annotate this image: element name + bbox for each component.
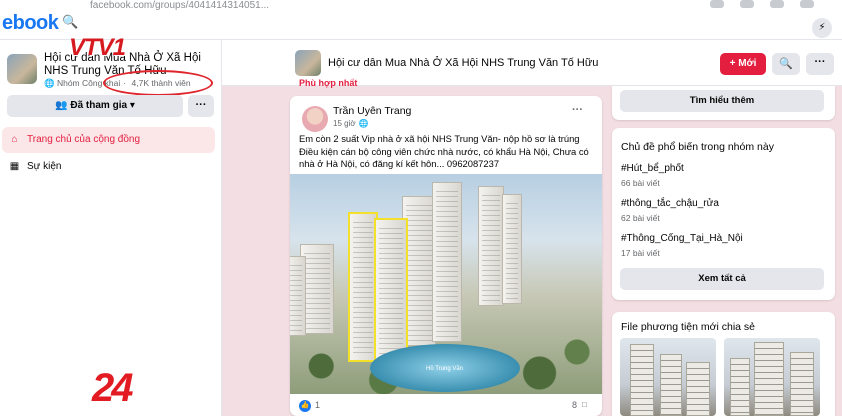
browser-extension-icon[interactable] bbox=[770, 0, 784, 8]
post-footer: 👍 1 8 □ bbox=[290, 394, 602, 416]
topic-tag[interactable]: #Thông_Cống_Tại_Hà_Nội bbox=[621, 233, 743, 244]
avatar[interactable] bbox=[302, 106, 328, 132]
nav-home-label: Trang chủ của cộng đồng bbox=[27, 134, 141, 145]
joined-label: Đã tham gia bbox=[70, 100, 128, 111]
post-more-icon[interactable]: ··· bbox=[572, 104, 583, 116]
home-icon: ⌂ bbox=[11, 134, 18, 145]
building bbox=[730, 358, 750, 416]
group-search-icon[interactable]: 🔍 bbox=[772, 53, 800, 75]
comment-icon[interactable]: □ bbox=[582, 400, 587, 409]
apartment-tower bbox=[432, 182, 462, 342]
media-thumbnail[interactable] bbox=[620, 338, 716, 416]
group-members-icon: 👥 bbox=[55, 100, 68, 111]
nav-item-events[interactable]: ▦ Sự kiện bbox=[8, 161, 62, 172]
topics-title: Chủ đề phổ biến trong nhóm này bbox=[621, 141, 774, 153]
facebook-logo[interactable]: ebook bbox=[2, 12, 59, 35]
media-thumbnail[interactable] bbox=[724, 338, 820, 416]
see-all-button[interactable]: Xem tất cả bbox=[620, 268, 824, 290]
joined-button[interactable]: 👥 Đã tham gia ▾ bbox=[7, 95, 183, 117]
calendar-icon: ▦ bbox=[9, 161, 20, 172]
topic-tag[interactable]: #Hút_bể_phốt bbox=[621, 163, 684, 174]
main-feed: Hội cư dân Mua Nhà Ở Xã Hội NHS Trung Vă… bbox=[222, 40, 842, 416]
topic-count: 66 bài viết bbox=[621, 178, 660, 188]
post-image[interactable]: Hồ Trung Văn bbox=[290, 174, 602, 394]
post-time-label[interactable]: 15 giờ bbox=[333, 119, 356, 128]
comment-count[interactable]: 8 bbox=[572, 400, 577, 410]
building bbox=[686, 362, 710, 416]
vtv1-logo: VTV1 bbox=[69, 34, 141, 62]
subheader-title[interactable]: Hội cư dân Mua Nhà Ở Xã Hội NHS Trung Vă… bbox=[328, 57, 598, 69]
program-24h-logo: 24 bbox=[88, 360, 146, 416]
like-count[interactable]: 1 bbox=[315, 400, 320, 410]
like-icon[interactable]: 👍 bbox=[299, 400, 311, 412]
building bbox=[754, 342, 784, 416]
browser-profile-icon[interactable] bbox=[800, 0, 814, 8]
browser-extension-icon[interactable] bbox=[740, 0, 754, 8]
post-time: 15 giờ 🌐 bbox=[333, 119, 369, 128]
messenger-icon[interactable]: ⚡ bbox=[812, 18, 832, 38]
topic-count: 62 bài viết bbox=[621, 213, 660, 223]
post-author[interactable]: Trần Uyên Trang bbox=[333, 105, 411, 117]
apartment-tower bbox=[478, 186, 504, 306]
group-thumbnail[interactable] bbox=[7, 54, 37, 84]
new-post-button[interactable]: + Mới bbox=[720, 53, 766, 75]
program-logo-text: 24 bbox=[92, 366, 133, 410]
media-title: File phương tiện mới chia sẻ bbox=[621, 321, 756, 333]
vtv1-logo-text: VTV1 bbox=[69, 34, 126, 61]
search-icon[interactable]: 🔍 bbox=[62, 14, 82, 34]
topic-tag[interactable]: #thông_tắc_chậu_rửa bbox=[621, 198, 719, 209]
building bbox=[660, 354, 682, 416]
globe-icon: 🌐 bbox=[44, 78, 55, 88]
about-card: Tìm hiểu thêm bbox=[612, 86, 835, 120]
post-text: Em còn 2 suất Vip nhà ở xã hội NHS Trung… bbox=[299, 133, 589, 169]
building bbox=[630, 344, 654, 416]
group-thumbnail-small[interactable] bbox=[295, 50, 321, 76]
image-caption: Hồ Trung Văn bbox=[426, 366, 464, 372]
feed-sort-label[interactable]: Phù hợp nhất bbox=[299, 78, 357, 88]
recent-media-card: File phương tiện mới chia sẻ bbox=[612, 312, 835, 416]
nav-item-home[interactable]: ⌂ Trang chủ của cộng đồng bbox=[8, 134, 140, 145]
topic-count: 17 bài viết bbox=[621, 248, 660, 258]
post-card: Trần Uyên Trang 15 giờ 🌐 ··· Em còn 2 suấ… bbox=[290, 96, 602, 416]
apartment-tower bbox=[502, 194, 522, 304]
highlight-oval bbox=[103, 70, 213, 96]
more-options-button[interactable]: ··· bbox=[188, 95, 214, 117]
url-bar[interactable]: facebook.com/groups/4041414314051... bbox=[90, 0, 269, 11]
subheader-more-button[interactable]: ··· bbox=[806, 53, 834, 75]
building bbox=[790, 352, 814, 416]
chevron-down-icon: ▾ bbox=[129, 100, 135, 111]
browser-extension-icon[interactable] bbox=[710, 0, 724, 8]
learn-more-button[interactable]: Tìm hiểu thêm bbox=[620, 90, 824, 112]
globe-icon: 🌐 bbox=[358, 119, 369, 128]
popular-topics-card: Chủ đề phổ biến trong nhóm này #Hút_bể_p… bbox=[612, 128, 835, 300]
nav-events-label: Sự kiện bbox=[27, 161, 62, 172]
